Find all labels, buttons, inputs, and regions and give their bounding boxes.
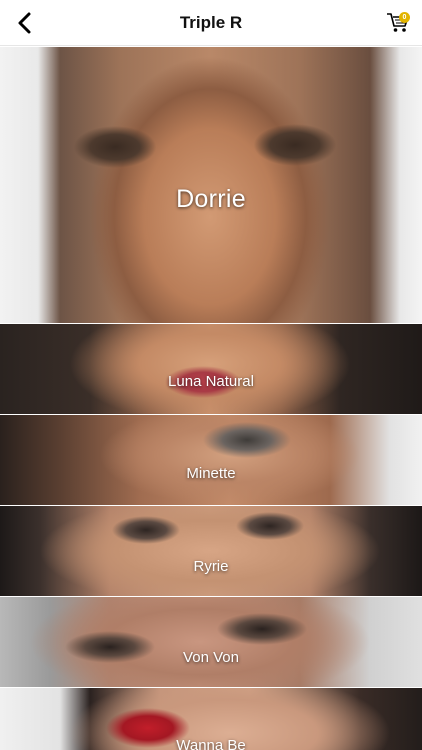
cart-button[interactable]: 0 bbox=[380, 5, 416, 41]
product-name: Von Von bbox=[183, 649, 239, 666]
page-title: Triple R bbox=[179, 12, 243, 32]
back-button[interactable] bbox=[8, 6, 42, 40]
chevron-left-icon bbox=[18, 12, 31, 34]
product-list: Dorrie Luna Natural Minette Ryrie Von Vo… bbox=[0, 47, 422, 750]
product-name: Wanna Be bbox=[176, 737, 246, 750]
product-name: Minette bbox=[186, 465, 236, 482]
product-card-luna-natural[interactable]: Luna Natural bbox=[0, 324, 422, 414]
product-name: Ryrie bbox=[193, 558, 229, 575]
product-card-ryrie[interactable]: Ryrie bbox=[0, 506, 422, 596]
product-card-dorrie[interactable]: Dorrie bbox=[0, 47, 422, 323]
cart-count-badge: 0 bbox=[399, 12, 410, 23]
product-card-wanna-be[interactable]: Wanna Be bbox=[0, 688, 422, 750]
product-name: Luna Natural bbox=[168, 373, 254, 390]
top-navigation-bar: Triple R 0 bbox=[0, 0, 422, 46]
product-name: Dorrie bbox=[176, 185, 246, 213]
product-card-minette[interactable]: Minette bbox=[0, 415, 422, 505]
product-card-von-von[interactable]: Von Von bbox=[0, 597, 422, 687]
